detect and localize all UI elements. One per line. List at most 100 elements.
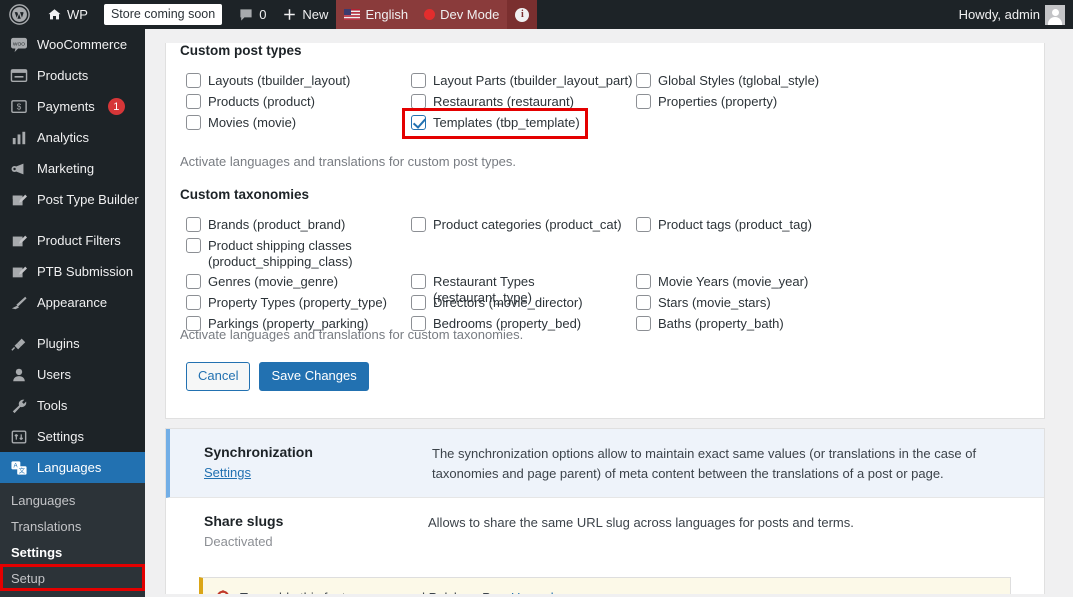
checkbox-label: Baths (property_bath) [658, 316, 784, 331]
checkbox-row[interactable]: Layout Parts (tbuilder_layout_part) [411, 72, 641, 93]
settings-row-link[interactable]: Settings [204, 465, 251, 480]
settings-row-title: Synchronization [204, 444, 313, 460]
info-icon: i [515, 7, 530, 22]
sidebar-item-payments[interactable]: $ Payments 1 [0, 91, 145, 122]
cancel-button[interactable]: Cancel [186, 362, 251, 391]
checkbox-stars[interactable] [636, 295, 651, 310]
checkbox-label: Genres (movie_genre) [208, 274, 339, 289]
checkbox-row[interactable]: Product shipping classes (product_shippi… [186, 237, 401, 273]
sidebar-item-ptb-submission[interactable]: PTB Submission [0, 256, 145, 287]
checkbox-row[interactable]: Brands (product_brand) [186, 216, 401, 237]
save-changes-button[interactable]: Save Changes [259, 362, 369, 391]
sidebar-item-plugins[interactable]: Plugins [0, 328, 145, 359]
checkbox-layout-parts[interactable] [411, 73, 426, 88]
checkbox-row[interactable]: Properties (property) [636, 93, 856, 114]
wp-logo-menu[interactable] [0, 0, 39, 29]
my-account-menu[interactable]: Howdy, admin [951, 0, 1073, 29]
checkbox-row[interactable]: Templates (tbp_template) [411, 114, 641, 135]
sidebar-item-label: Users [37, 367, 71, 382]
settings-row-synchronization[interactable]: Synchronization Settings The synchroniza… [166, 429, 1044, 498]
analytics-bars-icon [9, 128, 29, 148]
sidebar-item-label: Product Filters [37, 233, 121, 248]
checkbox-global-styles[interactable] [636, 73, 651, 88]
checkbox-brands[interactable] [186, 217, 201, 232]
checkbox-templates[interactable] [411, 115, 426, 130]
settings-row-right: The synchronization options allow to mai… [432, 429, 1044, 497]
sidebar-item-tools[interactable]: Tools [0, 390, 145, 421]
sidebar-separator [0, 215, 145, 225]
submenu-item-setup[interactable]: Setup [0, 565, 145, 591]
settings-row-title: Share slugs [204, 513, 284, 529]
checkbox-property-types[interactable] [186, 295, 201, 310]
checkbox-label: Parkings (property_parking) [208, 316, 369, 331]
checkbox-row[interactable]: Product categories (product_cat) [411, 216, 636, 237]
languages-settings-panel: Custom post types Layouts (tbuilder_layo… [165, 43, 1045, 419]
cpt-column-1: Layouts (tbuilder_layout) Products (prod… [186, 72, 406, 135]
checkbox-parkings[interactable] [186, 316, 201, 331]
checkbox-row[interactable]: Global Styles (tglobal_style) [636, 72, 856, 93]
submenu-item-translations[interactable]: Translations [0, 513, 145, 539]
checkbox-row[interactable]: Movies (movie) [186, 114, 406, 135]
checkbox-row[interactable]: Products (product) [186, 93, 406, 114]
sidebar-item-products[interactable]: Products [0, 60, 145, 91]
language-switcher-menu[interactable]: English [336, 0, 417, 29]
checkbox-row[interactable]: Baths (property_bath) [636, 315, 851, 336]
checkbox-label: Global Styles (tglobal_style) [658, 73, 820, 88]
sidebar-item-settings[interactable]: Settings [0, 421, 145, 452]
checkbox-row[interactable]: Parkings (property_parking) [186, 315, 401, 336]
checkbox-label: Stars (movie_stars) [658, 295, 771, 310]
dev-mode-menu[interactable]: Dev Mode [416, 0, 508, 29]
sidebar-item-appearance[interactable]: Appearance [0, 287, 145, 318]
checkbox-label: Property Types (property_type) [208, 295, 387, 310]
checkbox-movies[interactable] [186, 115, 201, 130]
checkbox-bedrooms[interactable] [411, 316, 426, 331]
comment-bubble-icon [238, 7, 254, 23]
checkbox-genres[interactable] [186, 274, 201, 289]
info-menu[interactable]: i [507, 0, 538, 29]
checkbox-row[interactable]: Genres (movie_genre) [186, 273, 401, 294]
settings-row-share-slugs[interactable]: Share slugs Deactivated Allows to share … [166, 498, 1044, 563]
checkbox-products[interactable] [186, 94, 201, 109]
sidebar-item-marketing[interactable]: Marketing [0, 153, 145, 184]
sidebar-item-label: Analytics [37, 130, 90, 145]
polylang-pro-notice: To enable this feature, you need Polylan… [199, 577, 1011, 594]
submenu-item-settings[interactable]: Settings [0, 539, 145, 565]
checkbox-product-tags[interactable] [636, 217, 651, 232]
payments-badge: 1 [107, 98, 125, 115]
checkbox-row[interactable]: Product tags (product_tag) [636, 216, 851, 237]
sidebar-item-post-type-builder[interactable]: Post Type Builder [0, 184, 145, 215]
settings-row-description: Allows to share the same URL slug across… [428, 515, 854, 530]
store-coming-soon-badge[interactable]: Store coming soon [96, 0, 230, 29]
sidebar-item-analytics[interactable]: Analytics [0, 122, 145, 153]
checkbox-row[interactable]: Bedrooms (property_bed) [411, 315, 636, 336]
checkbox-product-categories[interactable] [411, 217, 426, 232]
checkbox-row[interactable]: Layouts (tbuilder_layout) [186, 72, 406, 93]
checkbox-product-shipping-classes[interactable] [186, 238, 201, 253]
checkbox-baths[interactable] [636, 316, 651, 331]
sidebar-item-users[interactable]: Users [0, 359, 145, 390]
checkbox-directors[interactable] [411, 295, 426, 310]
sidebar-item-languages[interactable]: A文 Languages [0, 452, 153, 483]
submenu-item-languages[interactable]: Languages [0, 487, 145, 513]
checkbox-restaurant-types[interactable] [411, 274, 426, 289]
comments-menu[interactable]: 0 [230, 0, 274, 29]
new-content-menu[interactable]: New [274, 0, 336, 29]
tax-column-1: Brands (product_brand) Product shipping … [186, 216, 401, 336]
checkbox-layouts[interactable] [186, 73, 201, 88]
sidebar-item-label: Languages [37, 460, 102, 475]
checkbox-row[interactable]: Property Types (property_type) [186, 294, 401, 315]
submenu-item-label: Setup [11, 570, 45, 586]
sidebar-item-label: Marketing [37, 161, 95, 176]
checkbox-label: Properties (property) [658, 94, 778, 109]
checkbox-properties[interactable] [636, 94, 651, 109]
checkbox-restaurants[interactable] [411, 94, 426, 109]
upgrade-now-link[interactable]: Upgrade now. [511, 590, 591, 595]
checkbox-row[interactable]: Movie Years (movie_year) [636, 273, 851, 294]
checkbox-movie-years[interactable] [636, 274, 651, 289]
sidebar-item-product-filters[interactable]: Product Filters [0, 225, 145, 256]
checkbox-row[interactable]: Restaurants (restaurant) [411, 93, 641, 114]
site-name-menu[interactable]: WP [39, 0, 96, 29]
sidebar-item-woocommerce[interactable]: WOO WooCommerce [0, 29, 145, 60]
checkbox-row[interactable]: Restaurant Types (restaurant_type) [411, 273, 636, 305]
checkbox-row[interactable]: Stars (movie_stars) [636, 294, 851, 315]
